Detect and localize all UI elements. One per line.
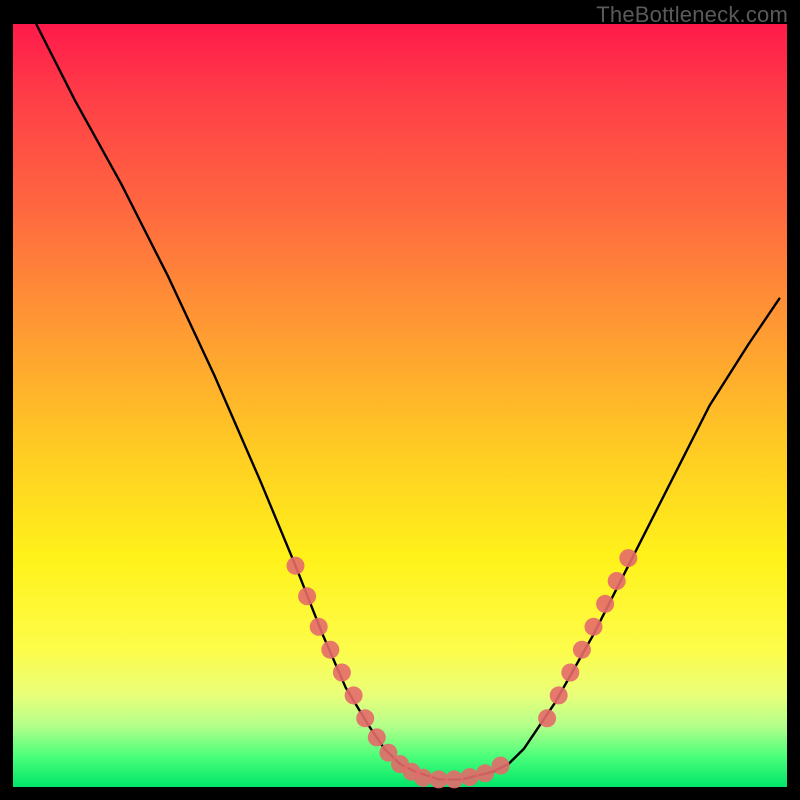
data-marker xyxy=(596,595,614,613)
chart-svg xyxy=(13,24,787,787)
data-marker xyxy=(445,770,463,788)
curve-line xyxy=(36,24,779,779)
data-marker xyxy=(414,769,432,787)
data-marker xyxy=(310,618,328,636)
data-marker xyxy=(287,557,305,575)
data-marker xyxy=(573,641,591,659)
data-marker xyxy=(550,686,568,704)
data-marker xyxy=(333,664,351,682)
data-marker xyxy=(345,686,363,704)
data-marker xyxy=(561,664,579,682)
plot-area xyxy=(13,24,787,787)
data-marker xyxy=(476,764,494,782)
data-marker xyxy=(461,768,479,786)
data-marker xyxy=(619,549,637,567)
data-marker xyxy=(608,572,626,590)
data-marker xyxy=(321,641,339,659)
data-marker xyxy=(430,770,448,788)
data-marker xyxy=(492,757,510,775)
data-marker xyxy=(356,709,374,727)
data-marker xyxy=(538,709,556,727)
chart-frame: TheBottleneck.com xyxy=(0,0,800,800)
data-marker xyxy=(585,618,603,636)
data-marker xyxy=(368,728,386,746)
data-marker xyxy=(298,587,316,605)
